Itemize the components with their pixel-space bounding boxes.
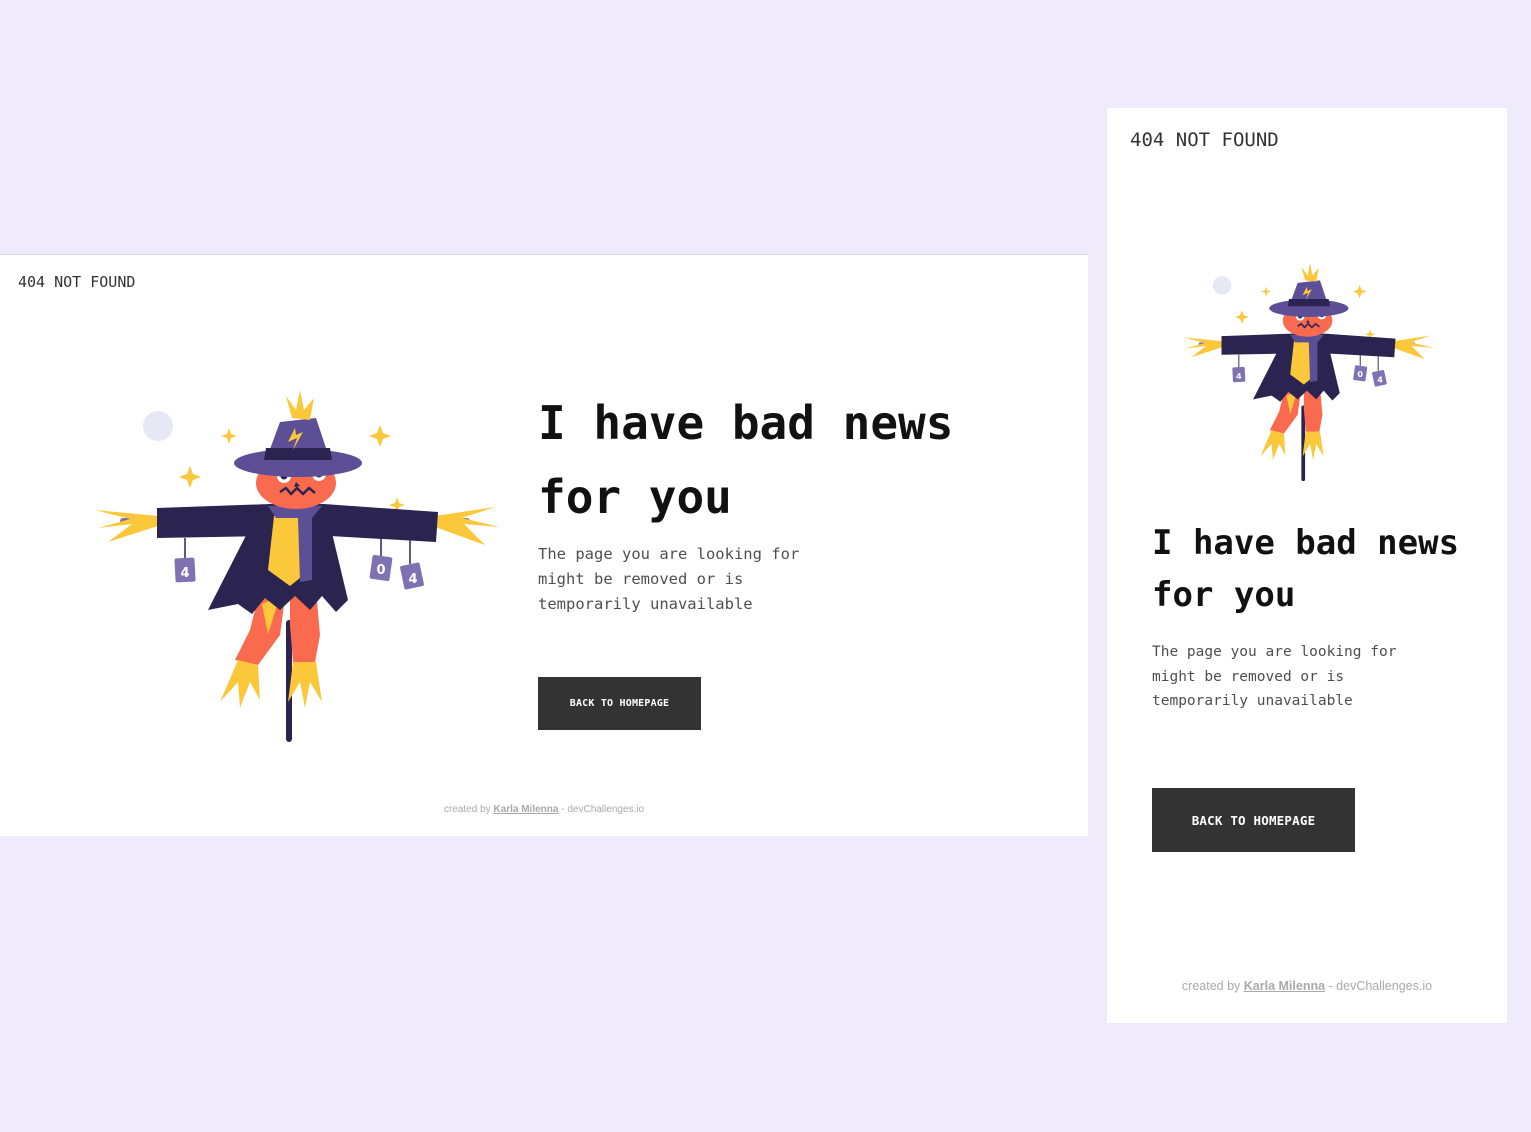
can-label-1: 4 (180, 566, 189, 581)
footer-credit: created by Karla Milenna - devChallenges… (1107, 979, 1507, 993)
page-description: The page you are looking for might be re… (1152, 644, 1397, 709)
straw-left (95, 510, 158, 542)
credit-prefix: created by (443, 804, 491, 815)
scarecrow-illustration: 4 0 4 (1183, 263, 1434, 482)
can-label-3: 4 (408, 572, 417, 587)
credit-suffix: - devChallenges.io (561, 804, 645, 815)
footer-credit: created by Karla Milenna - devChallenges… (0, 804, 1088, 815)
author-link[interactable]: Karla Milenna (493, 804, 558, 815)
straw-hat-top (286, 390, 314, 420)
credit-prefix: created by (1181, 979, 1241, 993)
straw-right (1393, 335, 1434, 360)
straw-hat-top (1301, 263, 1319, 282)
can-label-1: 4 (1236, 372, 1242, 381)
straw-boot-left (220, 660, 260, 708)
can-label-2: 0 (1357, 370, 1363, 379)
straw-right (435, 507, 500, 545)
can-label-3: 4 (1377, 376, 1383, 385)
brand-logo[interactable]: 404 NOT FOUND (1130, 129, 1279, 151)
straw-boot-right (1302, 431, 1324, 461)
scarecrow-illustration: 4 0 4 (95, 390, 500, 742)
page-heading: I have bad news for you (1152, 523, 1460, 615)
back-to-homepage-button[interactable]: Back to homepage (1152, 788, 1355, 852)
page-heading: I have bad news for you (538, 396, 954, 524)
back-to-homepage-button[interactable]: Back to homepage (538, 677, 701, 730)
straw-left (1183, 337, 1223, 358)
can-label-2: 0 (376, 563, 385, 578)
mobile-preview: 404 NOT FOUND 4 0 4 I have bad news for … (1107, 108, 1507, 1023)
brand-logo[interactable]: 404 NOT FOUND (18, 273, 135, 291)
moon-circle (143, 411, 173, 441)
credit-suffix: - devChallenges.io (1328, 979, 1433, 993)
straw-boot-right (288, 662, 322, 708)
straw-boot-left (1260, 430, 1286, 461)
page-description: The page you are looking for might be re… (538, 545, 800, 613)
moon-circle (1212, 276, 1232, 295)
desktop-preview: 404 NOT FOUND 4 0 4 I have bad news for … (0, 254, 1088, 836)
author-link[interactable]: Karla Milenna (1244, 979, 1325, 993)
